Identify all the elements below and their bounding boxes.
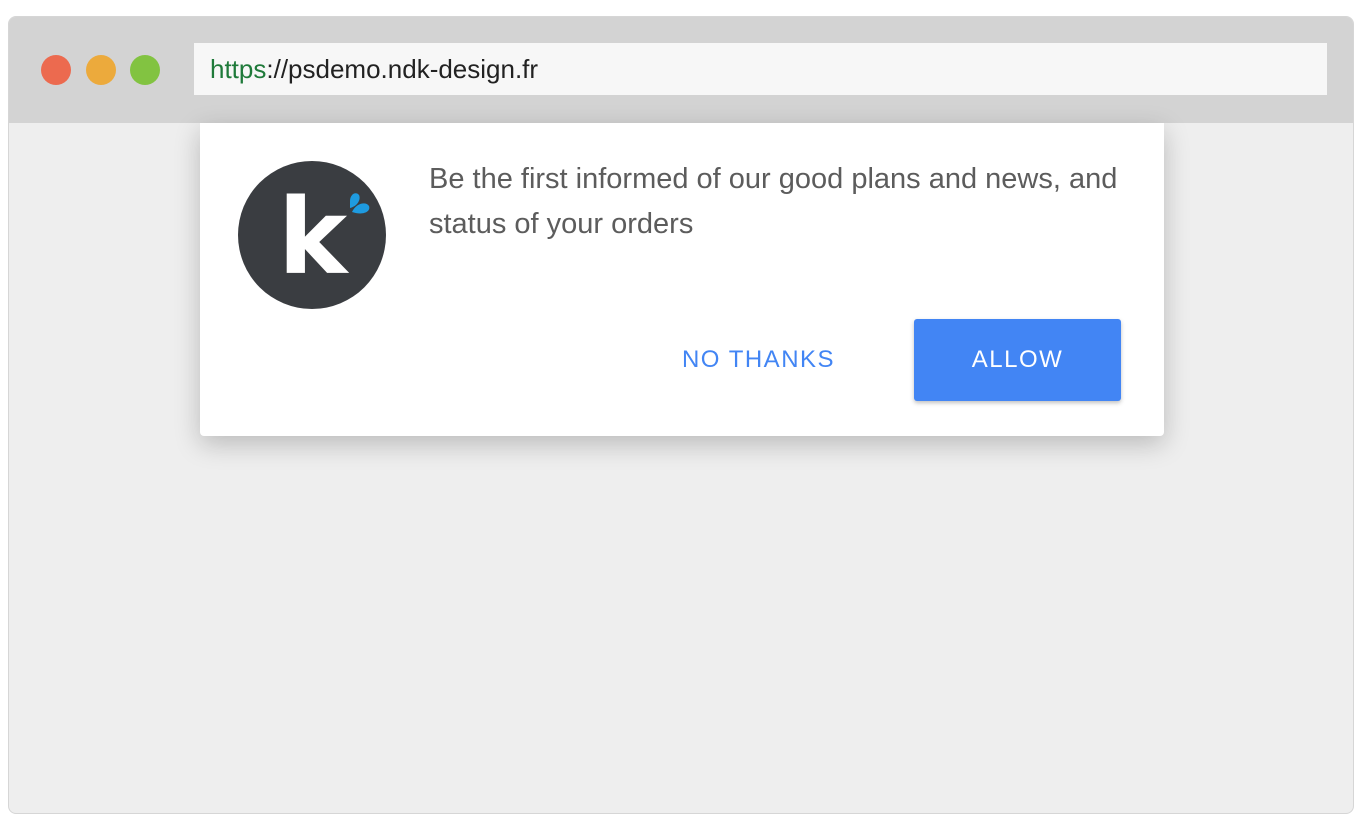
popup-message: Be the first informed of our good plans … (429, 163, 1118, 240)
address-bar[interactable]: https://psdemo.ndk-design.fr (194, 43, 1327, 95)
ndk-k-logo-icon: k (238, 161, 386, 309)
url-host: ://psdemo.ndk-design.fr (266, 54, 539, 84)
minimize-window-button[interactable] (86, 55, 116, 85)
zoom-window-button[interactable] (130, 55, 160, 85)
notification-permission-popup: k Be the first informed of our good plan… (200, 123, 1164, 436)
logo-letter: k (278, 176, 350, 298)
browser-titlebar: https://psdemo.ndk-design.fr (9, 17, 1353, 123)
no-thanks-button[interactable]: NO THANKS (660, 319, 857, 401)
close-window-button[interactable] (41, 55, 71, 85)
browser-window: https://psdemo.ndk-design.fr k Be the fi… (8, 16, 1354, 814)
allow-button[interactable]: ALLOW (914, 319, 1121, 401)
url-scheme: https (210, 54, 267, 84)
